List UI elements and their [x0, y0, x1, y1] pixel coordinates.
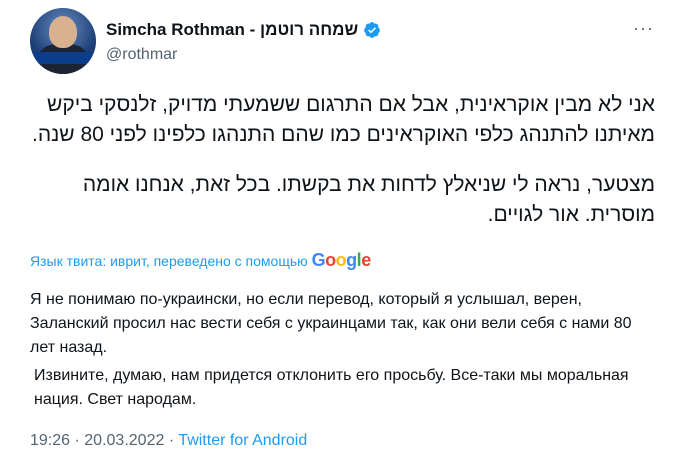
- translated-paragraph-2: Извините, думаю, нам придется отклонить …: [34, 367, 629, 408]
- google-logo-icon: Google: [311, 250, 372, 270]
- translation-notice-text: Язык твита: иврит, переведено с помощью: [30, 252, 308, 269]
- more-options-icon[interactable]: ···: [633, 18, 654, 39]
- avatar[interactable]: [30, 8, 96, 74]
- tweet-time[interactable]: 19:26: [30, 432, 70, 449]
- meta-separator-2: ·: [168, 432, 175, 449]
- tweet-source-link[interactable]: Twitter for Android: [178, 432, 307, 449]
- translation-notice[interactable]: Язык твита: иврит, переведено с помощью …: [30, 250, 371, 271]
- tweet-metadata: 19:26 · 20.03.2022 · Twitter for Android: [30, 432, 307, 450]
- tweet-text-paragraph-1: אני לא מבין אוקראינית, אבל אם התרגום ששמ…: [31, 93, 655, 146]
- name-row[interactable]: Simcha Rothman - שמחה רוטמן: [106, 20, 381, 40]
- meta-separator: ·: [74, 432, 80, 449]
- avatar-banner: [34, 52, 92, 64]
- verified-badge-icon: [364, 22, 381, 38]
- translated-paragraph-1: Я не понимаю по-украински, но если перев…: [30, 291, 632, 356]
- handle[interactable]: @rothmar: [106, 46, 177, 64]
- avatar-face: [49, 16, 77, 48]
- tweet-text-paragraph-2: מצטער, נראה לי שניאלץ לדחות את בקשתו. בכ…: [82, 173, 655, 226]
- tweet-header: Simcha Rothman - שמחה רוטמן @rothmar ···: [30, 8, 660, 74]
- display-name[interactable]: Simcha Rothman - שמחה רוטמן: [106, 20, 358, 40]
- tweet-date[interactable]: 20.03.2022: [84, 432, 164, 449]
